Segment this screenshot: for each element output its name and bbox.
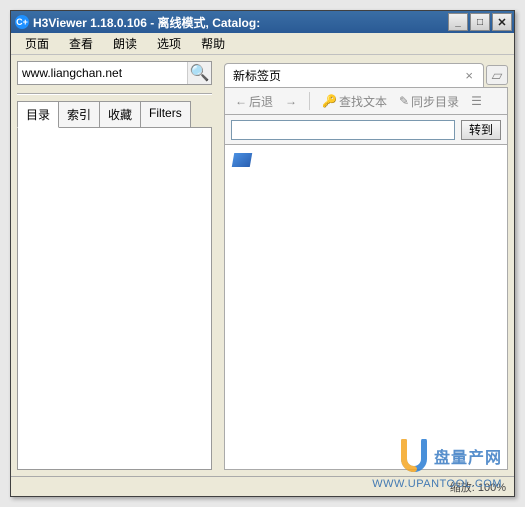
body-area: 🔍 目录 索引 收藏 Filters 新标签页 × ▱ (11, 55, 514, 476)
sync-icon: ✎ (399, 94, 409, 108)
watermark-brand: 盘量产网 (434, 444, 502, 468)
back-label: 后退 (249, 93, 273, 110)
tab-filters[interactable]: Filters (140, 101, 191, 128)
browser-tab[interactable]: 新标签页 × (224, 63, 484, 87)
arrow-right-icon: → (285, 94, 297, 108)
browser-toolbar: ← 后退 → 🔑 查找文本 ✎ 同步目录 ☰ (224, 87, 508, 115)
sync-label: 同步目录 (411, 93, 459, 110)
address-row: 转到 (224, 115, 508, 145)
browser-tab-label: 新标签页 (233, 67, 463, 84)
separator (309, 92, 310, 110)
find-button[interactable]: 🔑 查找文本 (318, 91, 391, 112)
divider (17, 93, 212, 95)
book-icon (232, 153, 252, 167)
forward-button[interactable]: → (281, 92, 301, 110)
hamburger-icon: ☰ (471, 94, 482, 108)
app-window: C+ H3Viewer 1.18.0.106 - 离线模式, Catalog: … (10, 10, 515, 497)
maximize-button[interactable]: □ (470, 13, 490, 31)
tab-favorites[interactable]: 收藏 (99, 101, 141, 128)
watermark-logo-icon (398, 438, 430, 474)
search-input[interactable] (18, 62, 187, 84)
menubar: 页面 查看 朗读 选项 帮助 (11, 33, 514, 55)
watermark: 盘量产网 (398, 438, 502, 474)
minimize-button[interactable]: _ (448, 13, 468, 31)
menu-view[interactable]: 查看 (59, 33, 103, 54)
titlebar[interactable]: C+ H3Viewer 1.18.0.106 - 离线模式, Catalog: … (11, 11, 514, 33)
left-tab-content (17, 127, 212, 470)
tab-index[interactable]: 索引 (58, 101, 100, 128)
window-title: H3Viewer 1.18.0.106 - 离线模式, Catalog: (33, 14, 448, 31)
window-controls: _ □ ✕ (448, 13, 514, 31)
left-pane: 🔍 目录 索引 收藏 Filters (17, 61, 212, 470)
menu-help[interactable]: 帮助 (191, 33, 235, 54)
back-button[interactable]: ← 后退 (231, 91, 277, 112)
find-label: 查找文本 (339, 93, 387, 110)
tab-close-icon[interactable]: × (463, 68, 475, 83)
watermark-url: WWW.UPANTOOL.COM (372, 478, 502, 490)
new-tab-button[interactable]: ▱ (486, 65, 508, 85)
close-button[interactable]: ✕ (492, 13, 512, 31)
address-input[interactable] (231, 120, 455, 140)
browser-tabs: 新标签页 × ▱ (224, 61, 508, 87)
sync-button[interactable]: ✎ 同步目录 (395, 91, 463, 112)
menu-read[interactable]: 朗读 (103, 33, 147, 54)
arrow-left-icon: ← (235, 94, 247, 108)
left-tabs: 目录 索引 收藏 Filters (17, 101, 212, 128)
search-row: 🔍 (17, 61, 212, 85)
tab-contents[interactable]: 目录 (17, 101, 59, 128)
splitter[interactable] (216, 61, 220, 470)
search-button[interactable]: 🔍 (187, 62, 211, 84)
key-icon: 🔑 (322, 94, 337, 108)
menu-button[interactable]: ☰ (467, 92, 486, 110)
app-icon: C+ (15, 15, 29, 29)
content-area (224, 145, 508, 470)
go-button[interactable]: 转到 (461, 120, 501, 140)
right-pane: 新标签页 × ▱ ← 后退 → 🔑 查找文本 ✎ (224, 61, 508, 470)
search-icon: 🔍 (190, 63, 210, 83)
menu-page[interactable]: 页面 (15, 33, 59, 54)
menu-options[interactable]: 选项 (147, 33, 191, 54)
